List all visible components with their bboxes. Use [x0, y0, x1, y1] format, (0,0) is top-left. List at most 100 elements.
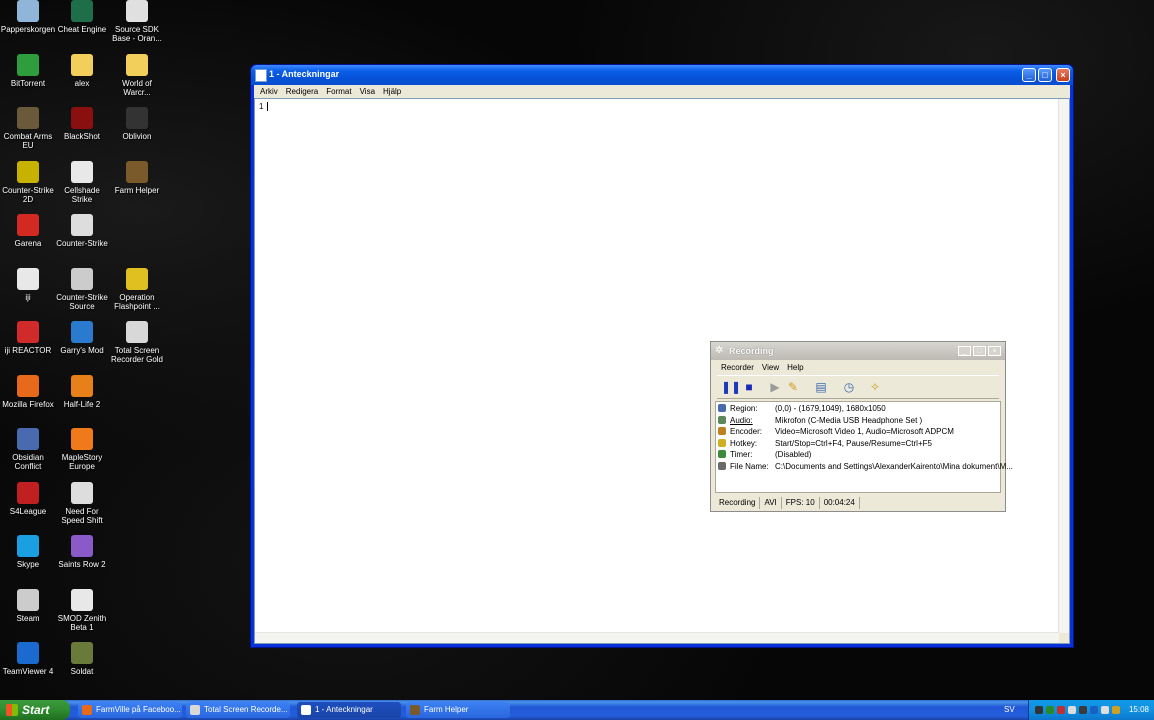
clock[interactable]: 15:08 — [1129, 700, 1149, 720]
tray-icon-5[interactable] — [1079, 706, 1087, 714]
pause-icon[interactable]: ❚❚ — [721, 379, 741, 395]
soldat-icon — [71, 642, 93, 664]
farm-helper-task-icon — [410, 705, 420, 715]
desktop-icon[interactable]: Cheat Engine — [54, 0, 110, 34]
desktop-icon[interactable]: Soldat — [54, 642, 110, 676]
settings-icon[interactable]: ▤ — [813, 379, 829, 395]
recording-maximize-button[interactable]: □ — [973, 346, 986, 356]
desktop-icon[interactable]: BlackShot — [54, 107, 110, 141]
tray-icon-8[interactable] — [1112, 706, 1120, 714]
desktop-icon[interactable]: Combat Arms EU — [0, 107, 56, 150]
desktop-icon[interactable]: Saints Row 2 — [54, 535, 110, 569]
tray-icon-1[interactable] — [1035, 706, 1043, 714]
menu-arkiv[interactable]: Arkiv — [256, 85, 282, 96]
desktop-icon[interactable]: MapleStory Europe — [54, 428, 110, 471]
half-life-2-icon — [71, 375, 93, 397]
oblivion-icon — [126, 107, 148, 129]
task-total-screen-recorder[interactable]: Total Screen Recorde... — [186, 702, 290, 718]
recording-title: Recording — [729, 346, 774, 356]
stop-icon[interactable]: ■ — [741, 379, 757, 395]
desktop-icon[interactable]: Total Screen Recorder Gold — [109, 321, 165, 364]
notepad-title: 1 - Anteckningar — [269, 69, 340, 79]
desktop-icon[interactable]: Cellshade Strike — [54, 161, 110, 204]
desktop-icon-label: Counter-Strike 2D — [2, 186, 54, 204]
language-indicator[interactable]: SV — [1004, 700, 1015, 720]
menu-redigera[interactable]: Redigera — [282, 85, 322, 96]
start-button[interactable]: Start — [0, 700, 70, 720]
desktop-icon[interactable]: BitTorrent — [0, 54, 56, 88]
desktop-icon[interactable]: Counter-Strike Source — [54, 268, 110, 311]
garena-icon — [17, 214, 39, 236]
tray-icon-3[interactable] — [1057, 706, 1065, 714]
desktop-icon-label: S4League — [9, 507, 47, 516]
minimize-button[interactable]: _ — [1022, 68, 1036, 82]
desktop-icon-label: iji — [25, 293, 31, 302]
menu-format[interactable]: Format — [322, 85, 355, 96]
open-folder-icon[interactable]: ✎ — [785, 379, 801, 395]
info-icon[interactable]: ✧ — [867, 379, 883, 395]
desktop-icon[interactable]: iji — [0, 268, 56, 302]
desktop-icon[interactable]: Source SDK Base - Oran... — [109, 0, 165, 43]
desktop-icon[interactable]: iji REACTOR — [0, 321, 56, 355]
desktop-icon[interactable]: Obsidian Conflict — [0, 428, 56, 471]
desktop-icon[interactable]: Garena — [0, 214, 56, 248]
menu-recorder[interactable]: Recorder — [717, 362, 758, 372]
document-icon — [71, 161, 93, 183]
info-row-audio: Audio: Mikrofon (C-Media USB Headphone Se… — [718, 415, 922, 426]
desktop-icon[interactable]: alex — [54, 54, 110, 88]
garrys-mod-icon — [71, 321, 93, 343]
tray-icon-6[interactable] — [1090, 706, 1098, 714]
counter-strike-2d-icon — [17, 161, 39, 183]
play-icon[interactable]: ▶ — [767, 379, 783, 395]
schedule-icon[interactable]: ◷ — [841, 379, 857, 395]
menu-help[interactable]: Help — [783, 362, 807, 372]
desktop-icon[interactable]: Counter-Strike — [54, 214, 110, 248]
info-row-region: Region: (0,0) - (1679,1049), 1680x1050 — [718, 403, 886, 414]
desktop-icon[interactable]: SMOD Zenith Beta 1 — [54, 589, 110, 632]
recycle-bin-icon — [17, 0, 39, 22]
info-row-timer: Timer: (Disabled) — [718, 449, 811, 460]
desktop-icon[interactable]: Oblivion — [109, 107, 165, 141]
desktop-icon[interactable]: Steam — [0, 589, 56, 623]
desktop-icon-label: BlackShot — [63, 132, 101, 141]
task-notepad[interactable]: 1 - Anteckningar — [297, 702, 401, 718]
s4league-icon — [17, 482, 39, 504]
desktop-icon[interactable]: TeamViewer 4 — [0, 642, 56, 676]
desktop-icon[interactable]: Farm Helper — [109, 161, 165, 195]
menu-hjalp[interactable]: Hjälp — [379, 85, 405, 96]
resize-grip[interactable] — [1059, 633, 1069, 643]
desktop-icon-label: Farm Helper — [114, 186, 160, 195]
vertical-scrollbar[interactable] — [1058, 99, 1069, 643]
desktop-icon-label: MapleStory Europe — [61, 453, 103, 471]
desktop-icon[interactable]: Operation Flashpoint ... — [109, 268, 165, 311]
notepad-titlebar[interactable]: 1 - Anteckningar _ □ × — [251, 65, 1073, 85]
desktop-icon[interactable]: Half-Life 2 — [54, 375, 110, 409]
menu-view[interactable]: View — [758, 362, 783, 372]
recording-titlebar[interactable]: ✲ Recording _ □ × — [711, 342, 1005, 360]
task-farmville[interactable]: FarmVille på Faceboo... — [78, 702, 182, 718]
desktop-icon[interactable]: Need For Speed Shift — [54, 482, 110, 525]
volume-icon[interactable] — [1101, 706, 1109, 714]
desktop-icon-label: Source SDK Base - Oran... — [112, 25, 162, 43]
horizontal-scrollbar[interactable] — [255, 632, 1059, 643]
desktop-icon[interactable]: Papperskorgen — [0, 0, 56, 34]
desktop-icon[interactable]: Counter-Strike 2D — [0, 161, 56, 204]
desktop-icon-label: Soldat — [70, 667, 94, 676]
recording-close-button[interactable]: × — [988, 346, 1001, 356]
desktop-icon-label: Counter-Strike Source — [56, 293, 108, 311]
text-caret — [267, 102, 269, 112]
folder-icon — [126, 54, 148, 76]
maximize-button[interactable]: □ — [1038, 68, 1052, 82]
close-button[interactable]: × — [1056, 68, 1070, 82]
desktop-icon[interactable]: Garry's Mod — [54, 321, 110, 355]
tray-icon-4[interactable] — [1068, 706, 1076, 714]
tray-icon-2[interactable] — [1046, 706, 1054, 714]
menu-visa[interactable]: Visa — [356, 85, 379, 96]
total-screen-recorder-icon — [126, 321, 148, 343]
task-farm-helper[interactable]: Farm Helper — [406, 702, 510, 718]
desktop-icon[interactable]: Skype — [0, 535, 56, 569]
desktop-icon[interactable]: Mozilla Firefox — [0, 375, 56, 409]
desktop-icon[interactable]: World of Warcr... — [109, 54, 165, 97]
desktop-icon[interactable]: S4League — [0, 482, 56, 516]
recording-minimize-button[interactable]: _ — [958, 346, 971, 356]
